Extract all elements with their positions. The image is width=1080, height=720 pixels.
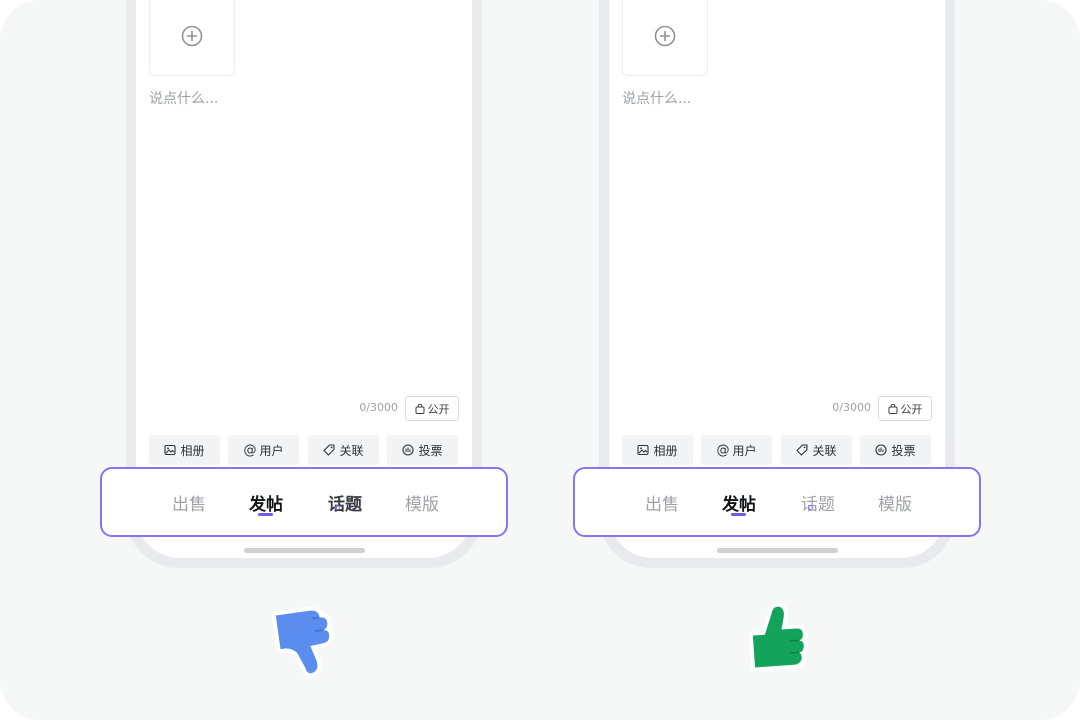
add-photo-button[interactable]: [149, 0, 235, 76]
at-icon: @: [716, 442, 730, 458]
visibility-button[interactable]: 公开: [405, 396, 459, 421]
panel-good-example: 说点什么... 0/3000 公开 相册 @ 用户 关联 投票 出售 发帖 话题…: [473, 0, 1013, 720]
tab-post[interactable]: 发帖: [236, 490, 296, 515]
tab-post[interactable]: 发帖: [709, 490, 769, 515]
char-counter: 0/3000: [832, 401, 871, 414]
home-indicator: [717, 548, 838, 553]
active-tab-indicator: [258, 513, 273, 516]
panel-bad-example: 说点什么... 0/3000 公开 相册 @ 用户 关联 投票 出售 发帖 话题…: [0, 0, 540, 720]
home-indicator: [244, 548, 365, 553]
lock-icon: [888, 403, 897, 414]
poll-icon: [402, 444, 415, 456]
visibility-label: 公开: [427, 402, 450, 416]
add-photo-button[interactable]: [622, 0, 708, 76]
album-button[interactable]: 相册: [622, 435, 693, 465]
tab-topic[interactable]: 话题: [315, 490, 375, 515]
at-icon: @: [243, 442, 257, 458]
link-label: 关联: [812, 443, 837, 458]
link-button[interactable]: 关联: [308, 435, 379, 465]
active-tab-indicator: [731, 513, 746, 516]
post-content-input[interactable]: 说点什么...: [149, 88, 218, 108]
vote-label: 投票: [891, 443, 916, 458]
tab-template[interactable]: 模版: [392, 490, 452, 515]
image-icon: [637, 444, 650, 456]
lock-icon: [415, 403, 424, 414]
visibility-button[interactable]: 公开: [878, 396, 932, 421]
tab-sell[interactable]: 出售: [632, 490, 692, 515]
vote-button[interactable]: 投票: [860, 435, 931, 465]
mention-user-label: 用户: [732, 443, 757, 458]
mention-user-label: 用户: [259, 443, 284, 458]
vote-label: 投票: [418, 443, 443, 458]
plus-circle-icon: [654, 25, 676, 47]
tab-topic[interactable]: 话题: [788, 490, 848, 515]
mention-user-button[interactable]: @ 用户: [701, 435, 772, 465]
tab-bar-highlight: 出售 发帖 话题 模版: [100, 467, 508, 537]
plus-circle-icon: [181, 25, 203, 47]
tag-icon: [796, 444, 809, 456]
char-counter: 0/3000: [359, 401, 398, 414]
tab-dot-decoration: [808, 505, 813, 510]
thumbs-up-icon: [748, 602, 808, 672]
album-button[interactable]: 相册: [149, 435, 220, 465]
tab-sell[interactable]: 出售: [159, 490, 219, 515]
album-label: 相册: [653, 443, 678, 458]
mention-user-button[interactable]: @ 用户: [228, 435, 299, 465]
link-label: 关联: [339, 443, 364, 458]
link-button[interactable]: 关联: [781, 435, 852, 465]
visibility-label: 公开: [900, 402, 923, 416]
album-label: 相册: [180, 443, 205, 458]
tab-bar-highlight: 出售 发帖 话题 模版: [573, 467, 981, 537]
thumbs-down-icon: [271, 606, 334, 678]
poll-icon: [875, 444, 888, 456]
post-content-input[interactable]: 说点什么...: [622, 88, 691, 108]
toolbar: 相册 @ 用户 关联 投票: [622, 435, 932, 465]
image-icon: [164, 444, 177, 456]
toolbar: 相册 @ 用户 关联 投票: [149, 435, 459, 465]
vote-button[interactable]: 投票: [387, 435, 458, 465]
tab-template[interactable]: 模版: [865, 490, 925, 515]
comparison-canvas: 说点什么... 0/3000 公开 相册 @ 用户 关联 投票 出售 发帖 话题…: [0, 0, 1080, 720]
tag-icon: [323, 444, 336, 456]
tab-dot-decoration: [335, 505, 340, 510]
